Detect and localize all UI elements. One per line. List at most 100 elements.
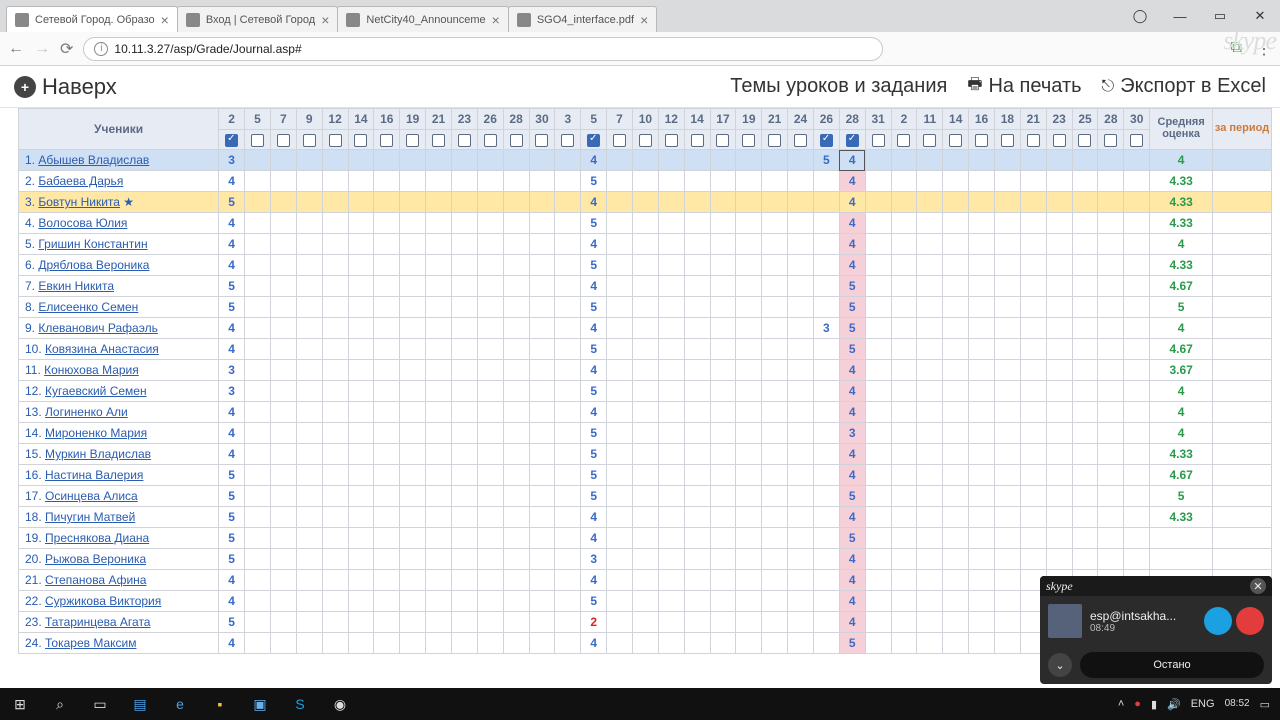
grade-cell[interactable]: [917, 465, 943, 486]
grade-cell[interactable]: 4: [839, 402, 865, 423]
grade-cell[interactable]: [788, 549, 814, 570]
grade-cell[interactable]: [710, 213, 736, 234]
grade-cell[interactable]: [865, 633, 891, 654]
grade-cell[interactable]: [1046, 339, 1072, 360]
day-checkbox-cell[interactable]: [322, 130, 348, 150]
grade-cell[interactable]: [322, 423, 348, 444]
grade-cell[interactable]: [969, 276, 995, 297]
grade-cell[interactable]: [555, 633, 581, 654]
grade-cell[interactable]: [503, 570, 529, 591]
grade-cell[interactable]: [555, 318, 581, 339]
file-explorer-icon[interactable]: ▪: [200, 696, 240, 712]
grade-cell[interactable]: [322, 318, 348, 339]
grade-cell[interactable]: [503, 171, 529, 192]
grade-cell[interactable]: [736, 171, 762, 192]
grade-cell[interactable]: [245, 507, 271, 528]
day-checkbox-cell[interactable]: [245, 130, 271, 150]
grade-cell[interactable]: [400, 507, 426, 528]
grade-cell[interactable]: [426, 528, 452, 549]
grade-cell[interactable]: [632, 570, 658, 591]
grade-cell[interactable]: [270, 423, 296, 444]
grade-cell[interactable]: [1124, 507, 1150, 528]
grade-cell[interactable]: [788, 570, 814, 591]
grade-cell[interactable]: [865, 528, 891, 549]
grade-cell[interactable]: [555, 276, 581, 297]
grade-cell[interactable]: [607, 171, 633, 192]
day-header[interactable]: 5: [581, 109, 607, 130]
grade-cell[interactable]: 5: [839, 276, 865, 297]
grade-cell[interactable]: [969, 423, 995, 444]
grade-cell[interactable]: [555, 150, 581, 171]
grade-cell[interactable]: [529, 297, 555, 318]
grade-cell[interactable]: [607, 234, 633, 255]
grade-cell[interactable]: [374, 591, 400, 612]
grade-cell[interactable]: [1046, 423, 1072, 444]
grade-cell[interactable]: [607, 150, 633, 171]
grade-cell[interactable]: [684, 360, 710, 381]
grade-cell[interactable]: [555, 507, 581, 528]
grade-cell[interactable]: [632, 423, 658, 444]
grade-cell[interactable]: [607, 192, 633, 213]
grade-cell[interactable]: [503, 528, 529, 549]
day-header[interactable]: 23: [1046, 109, 1072, 130]
grade-cell[interactable]: [555, 528, 581, 549]
grade-cell[interactable]: [400, 360, 426, 381]
grade-cell[interactable]: [813, 465, 839, 486]
grade-cell[interactable]: [426, 276, 452, 297]
grade-cell[interactable]: [969, 192, 995, 213]
browser-tab[interactable]: Сетевой Город. Образо×: [6, 6, 178, 32]
grade-cell[interactable]: [943, 255, 969, 276]
grade-cell[interactable]: [994, 213, 1020, 234]
day-checkbox-cell[interactable]: [813, 130, 839, 150]
day-header[interactable]: 24: [788, 109, 814, 130]
grade-cell[interactable]: [503, 549, 529, 570]
grade-cell[interactable]: [865, 276, 891, 297]
grade-cell[interactable]: [632, 255, 658, 276]
grade-cell[interactable]: 4: [219, 339, 245, 360]
grade-cell[interactable]: [710, 234, 736, 255]
grade-cell[interactable]: [865, 549, 891, 570]
day-header[interactable]: 7: [270, 109, 296, 130]
grade-cell[interactable]: 4: [581, 360, 607, 381]
grade-cell[interactable]: [736, 318, 762, 339]
grade-cell[interactable]: [400, 423, 426, 444]
grade-cell[interactable]: [607, 591, 633, 612]
student-link[interactable]: Муркин Владислав: [45, 447, 151, 461]
grade-cell[interactable]: [994, 150, 1020, 171]
grade-cell[interactable]: 3: [219, 381, 245, 402]
grade-cell[interactable]: [296, 570, 322, 591]
grade-cell[interactable]: [736, 360, 762, 381]
grade-cell[interactable]: [1046, 234, 1072, 255]
grade-cell[interactable]: [348, 402, 374, 423]
grade-cell[interactable]: [245, 612, 271, 633]
student-link[interactable]: Пичугин Матвей: [45, 510, 135, 524]
grade-cell[interactable]: [710, 171, 736, 192]
grade-cell[interactable]: [245, 465, 271, 486]
back-button[interactable]: ←: [8, 40, 24, 58]
grade-cell[interactable]: [555, 444, 581, 465]
grade-cell[interactable]: [400, 444, 426, 465]
grade-cell[interactable]: [400, 549, 426, 570]
grade-cell[interactable]: [477, 507, 503, 528]
grade-cell[interactable]: [943, 549, 969, 570]
grade-cell[interactable]: [270, 528, 296, 549]
day-header[interactable]: 21: [426, 109, 452, 130]
grade-cell[interactable]: [296, 213, 322, 234]
grade-cell[interactable]: [865, 297, 891, 318]
grade-cell[interactable]: [1072, 276, 1098, 297]
grade-cell[interactable]: [632, 486, 658, 507]
grade-cell[interactable]: [710, 528, 736, 549]
day-checkbox-cell[interactable]: [710, 130, 736, 150]
day-header[interactable]: 10: [632, 109, 658, 130]
grade-cell[interactable]: [426, 486, 452, 507]
grade-cell[interactable]: [684, 276, 710, 297]
grade-cell[interactable]: [245, 549, 271, 570]
grade-cell[interactable]: [865, 591, 891, 612]
grade-cell[interactable]: [400, 150, 426, 171]
day-checkbox-cell[interactable]: [865, 130, 891, 150]
grade-cell[interactable]: [865, 318, 891, 339]
grade-cell[interactable]: [1124, 549, 1150, 570]
day-checkbox-cell[interactable]: [581, 130, 607, 150]
grade-cell[interactable]: 3: [219, 360, 245, 381]
grade-cell[interactable]: [245, 423, 271, 444]
